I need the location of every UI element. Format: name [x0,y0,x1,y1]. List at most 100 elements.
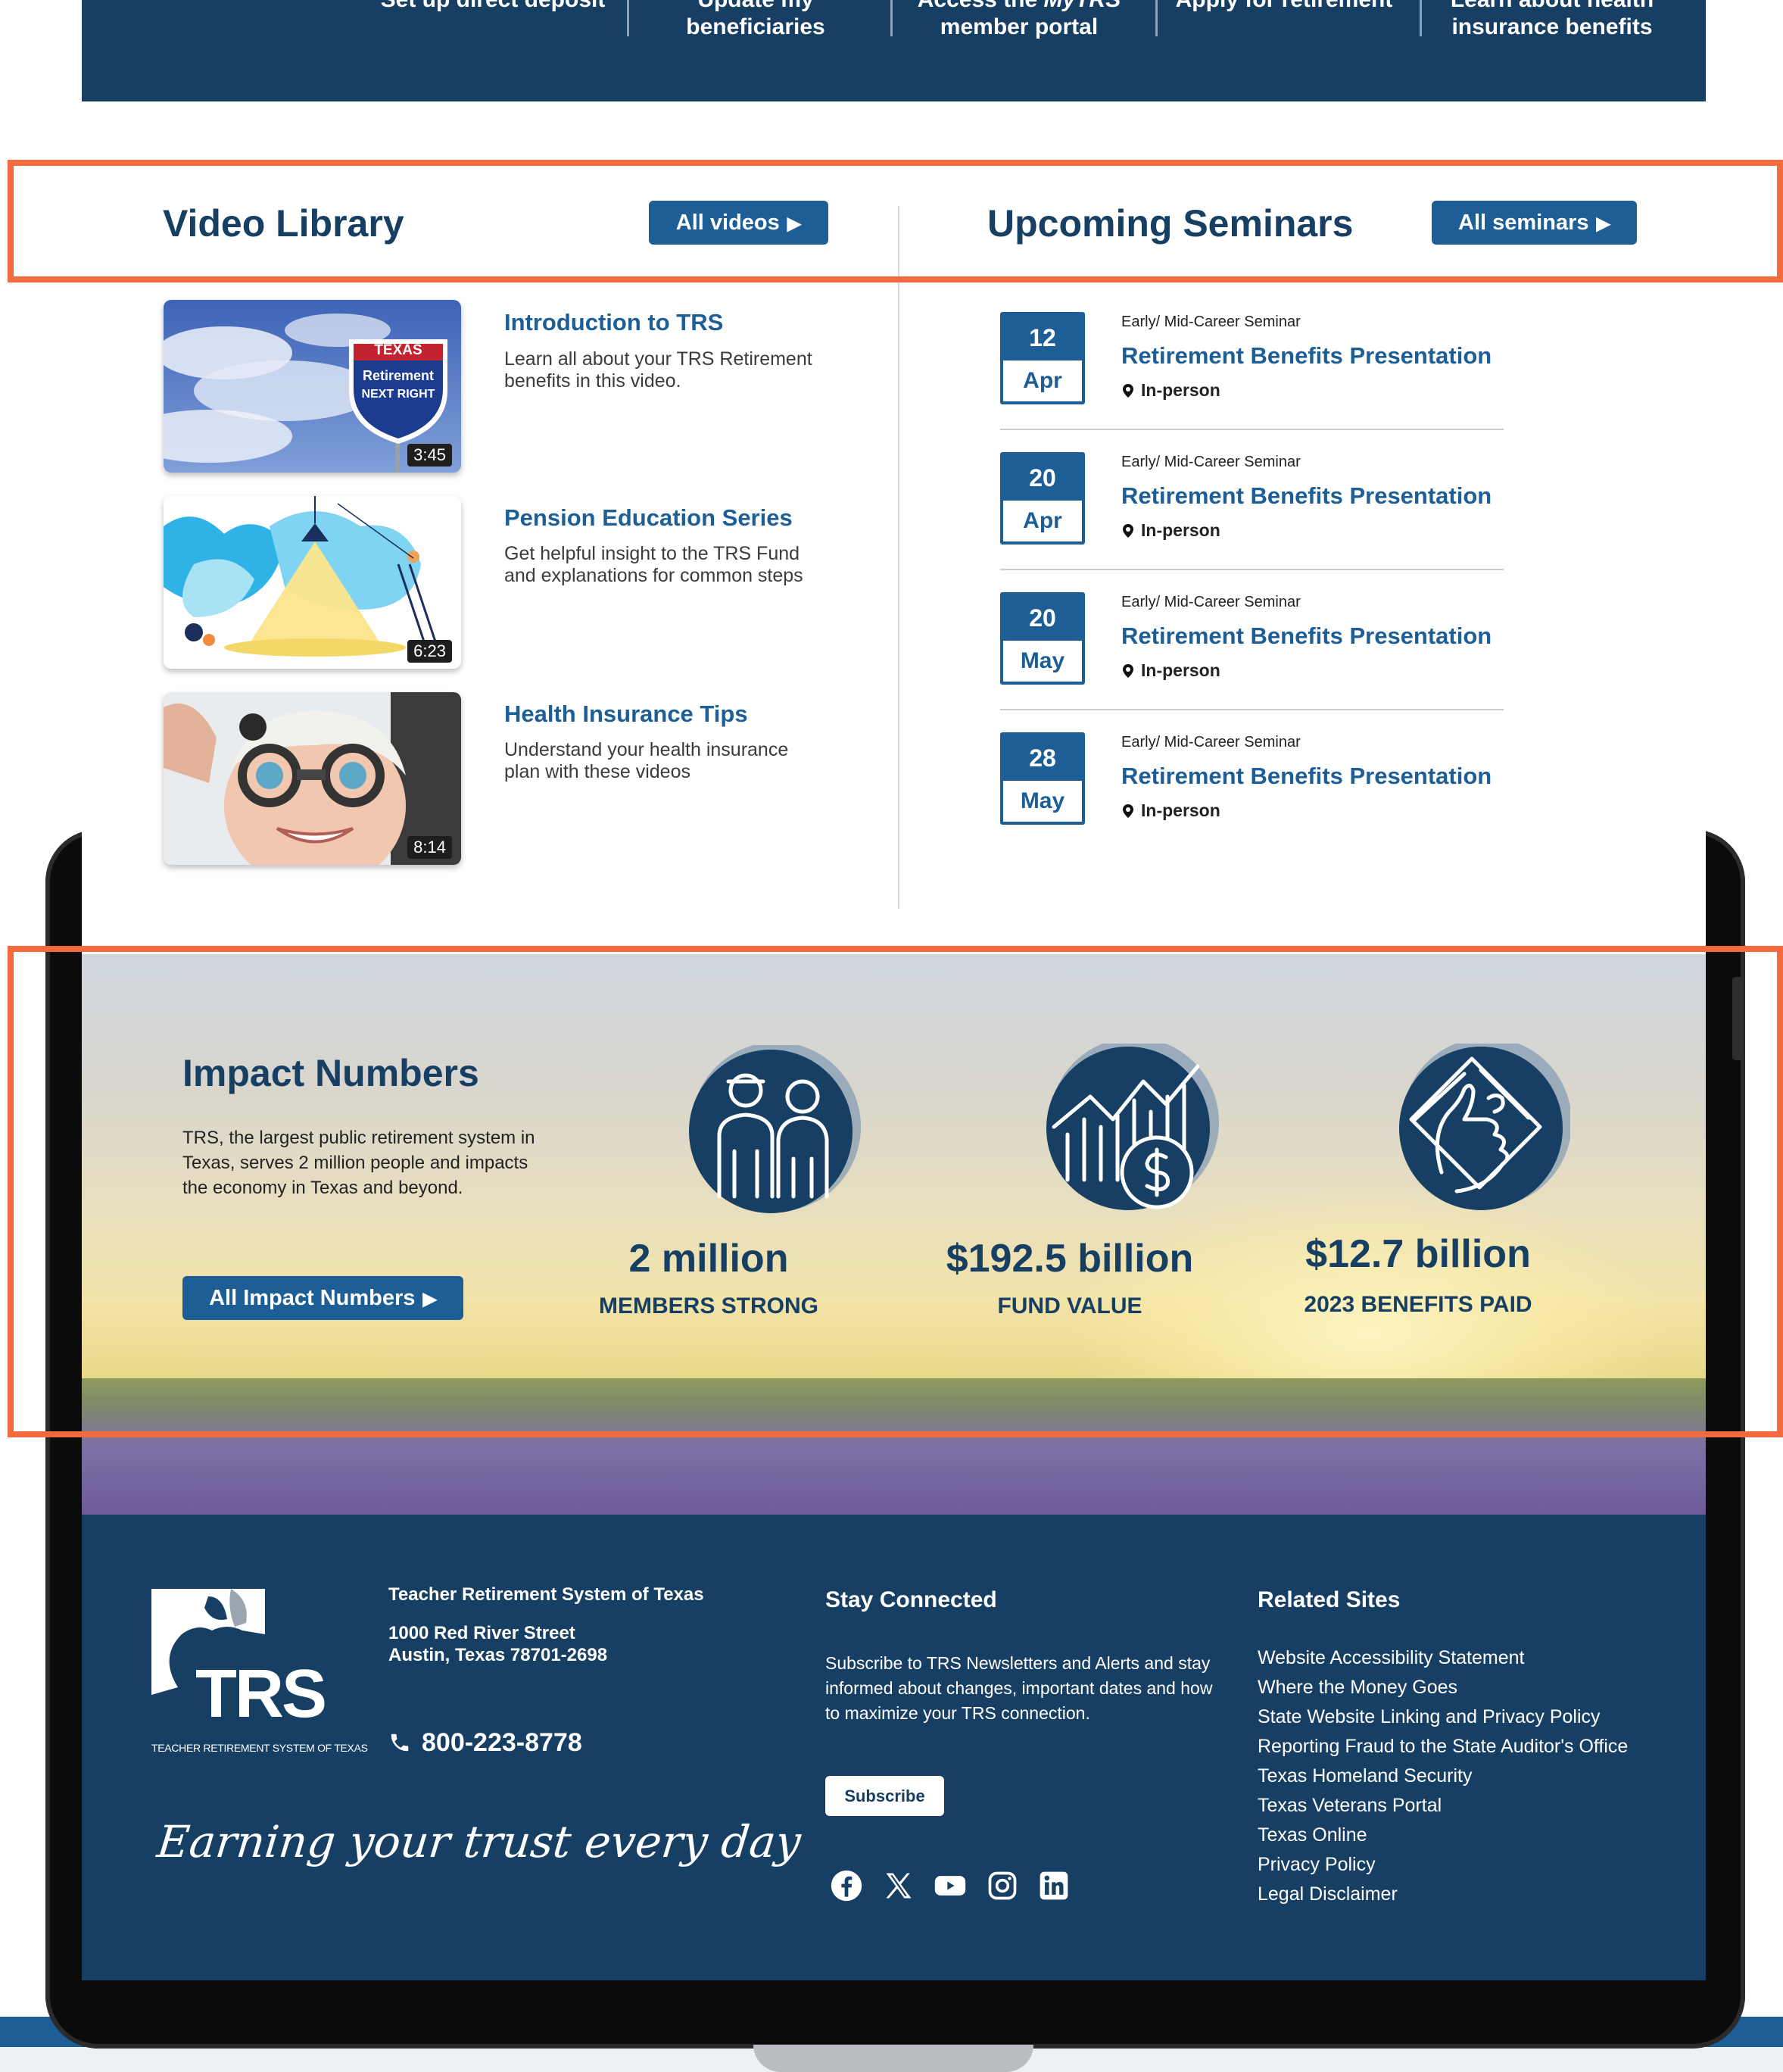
footer-address-line2: Austin, Texas 78701-2698 [388,1645,608,1665]
seminar-location: In-person [1123,800,1220,821]
seminar-location-text: In-person [1141,520,1220,540]
related-link[interactable]: Texas Homeland Security [1258,1762,1628,1791]
seminar-location: In-person [1123,660,1220,681]
seminar-title[interactable]: Retirement Benefits Presentation [1121,342,1492,370]
youtube-icon[interactable] [934,1869,967,1902]
seminar-category: Early/ Mid-Career Seminar [1121,594,1301,610]
impact-title: Impact Numbers [182,1052,479,1094]
seminar-date-badge: 20 May [1000,592,1085,685]
top-navigation: Set up direct deposit Update my benefici… [82,0,1706,101]
impact-description: TRS, the largest public retirement syste… [182,1128,535,1198]
footer-tagline: Earning your trust every day [154,1816,803,1868]
linkedin-icon[interactable] [1037,1869,1071,1902]
fund-chart-icon [1046,1044,1219,1210]
upcoming-seminars-title: Upcoming Seminars [987,202,1354,245]
nav-member-portal-pre: Access the [918,0,1044,12]
sign-line2-text: NEXT RIGHT [361,388,435,401]
all-videos-label: All videos [675,211,780,235]
phone-icon [391,1733,409,1752]
seminar-title[interactable]: Retirement Benefits Presentation [1121,623,1492,650]
trs-logo-subtext: TEACHER RETIREMENT SYSTEM OF TEXAS [151,1742,368,1754]
related-link[interactable]: Where the Money Goes [1258,1673,1628,1702]
nav-separator [627,0,629,36]
footer-phone[interactable]: 800-223-8778 [388,1728,582,1758]
seminar-day: 20 [1003,595,1082,641]
related-link[interactable]: Reporting Fraud to the State Auditor's O… [1258,1732,1628,1762]
all-impact-numbers-label: All Impact Numbers [209,1286,416,1310]
seminar-day: 12 [1003,315,1082,360]
stat-value-fund: $192.5 billion [946,1237,1194,1281]
seminar-location-text: In-person [1141,380,1220,400]
location-pin-icon [1123,524,1133,538]
seminar-date-badge: 28 May [1000,732,1085,825]
video-duration: 3:45 [407,444,452,467]
video-title-pension[interactable]: Pension Education Series [504,504,793,532]
arrow-right-icon: ▶ [422,1289,437,1309]
video-title-intro[interactable]: Introduction to TRS [504,309,723,336]
related-sites-heading: Related Sites [1258,1587,1401,1612]
stat-label-fund: FUND VALUE [997,1293,1142,1318]
seminar-divider [1000,709,1504,710]
seminar-month: May [1020,648,1065,673]
related-link[interactable]: Privacy Policy [1258,1850,1628,1880]
seminar-day: 28 [1003,735,1082,781]
related-link[interactable]: Legal Disclaimer [1258,1880,1628,1909]
video-thumbnail-health[interactable]: 8:14 [164,692,461,865]
seminar-divider [1000,429,1504,430]
seminar-day: 20 [1003,455,1082,501]
all-seminars-button[interactable]: All seminars ▶ [1432,201,1637,245]
seminar-location-text: In-person [1141,800,1220,820]
seminar-location-text: In-person [1141,660,1220,680]
video-thumbnail-pension[interactable]: 6:23 [164,496,461,669]
nav-separator [1155,0,1158,36]
location-pin-icon [1123,664,1133,678]
nav-member-portal-brand: MyTRS [1044,0,1121,12]
sign-top-text: TEXAS [374,342,422,358]
related-link[interactable]: Texas Online [1258,1821,1628,1850]
related-link[interactable]: State Website Linking and Privacy Policy [1258,1702,1628,1732]
nav-separator [890,0,893,36]
video-thumbnail-intro[interactable]: TEXAS Retirement NEXT RIGHT 3:45 [164,300,461,473]
seminar-category: Early/ Mid-Career Seminar [1121,314,1301,330]
video-desc-intro: Learn all about your TRS Retirement bene… [504,348,812,392]
related-link[interactable]: Texas Veterans Portal [1258,1791,1628,1821]
nav-member-portal[interactable]: Access the MyTRS member portal [894,0,1144,41]
seminar-location: In-person [1123,520,1220,541]
all-seminars-label: All seminars [1458,211,1589,235]
seminar-date-badge: 20 Apr [1000,452,1085,545]
video-title-health[interactable]: Health Insurance Tips [504,701,748,728]
seminar-month: Apr [1023,368,1062,393]
seminar-divider [1000,569,1504,570]
column-divider [898,206,899,909]
related-link[interactable]: Website Accessibility Statement [1258,1643,1628,1673]
trs-logo-tile[interactable]: TRS [151,1589,327,1734]
video-desc-pension: Get helpful insight to the TRS Fund and … [504,543,803,586]
location-pin-icon [1123,384,1133,398]
stat-value-members: 2 million [628,1237,789,1281]
seminar-category: Early/ Mid-Career Seminar [1121,454,1301,470]
website-screen: Set up direct deposit Update my benefici… [82,0,1706,1980]
facebook-icon[interactable] [830,1869,863,1902]
seminar-title[interactable]: Retirement Benefits Presentation [1121,763,1492,790]
nav-direct-deposit[interactable]: Set up direct deposit [368,0,618,14]
arrow-right-icon: ▶ [1596,214,1610,234]
laptop-side-button [1732,977,1743,1060]
seminar-date-badge: 12 Apr [1000,312,1085,404]
nav-health-insurance[interactable]: Learn about health insurance benefits [1423,0,1681,41]
seminar-month: May [1020,788,1065,813]
nav-beneficiaries[interactable]: Update my beneficiaries [631,0,881,41]
all-videos-button[interactable]: All videos ▶ [649,201,828,245]
all-impact-numbers-button[interactable]: All Impact Numbers ▶ [182,1276,463,1320]
x-icon[interactable] [882,1869,915,1902]
footer-phone-number: 800-223-8778 [422,1728,582,1757]
video-duration: 6:23 [407,640,452,663]
video-library-title: Video Library [163,202,404,245]
instagram-icon[interactable] [986,1869,1019,1902]
seminar-title[interactable]: Retirement Benefits Presentation [1121,482,1492,510]
footer-address: 1000 Red River Street Austin, Texas 78701… [388,1622,607,1666]
stat-value-benefits: $12.7 billion [1305,1232,1531,1276]
arrow-right-icon: ▶ [787,214,802,234]
nav-apply-retirement[interactable]: Apply for retirement [1159,0,1409,14]
members-icon [689,1045,861,1213]
subscribe-button[interactable]: Subscribe [825,1776,944,1816]
